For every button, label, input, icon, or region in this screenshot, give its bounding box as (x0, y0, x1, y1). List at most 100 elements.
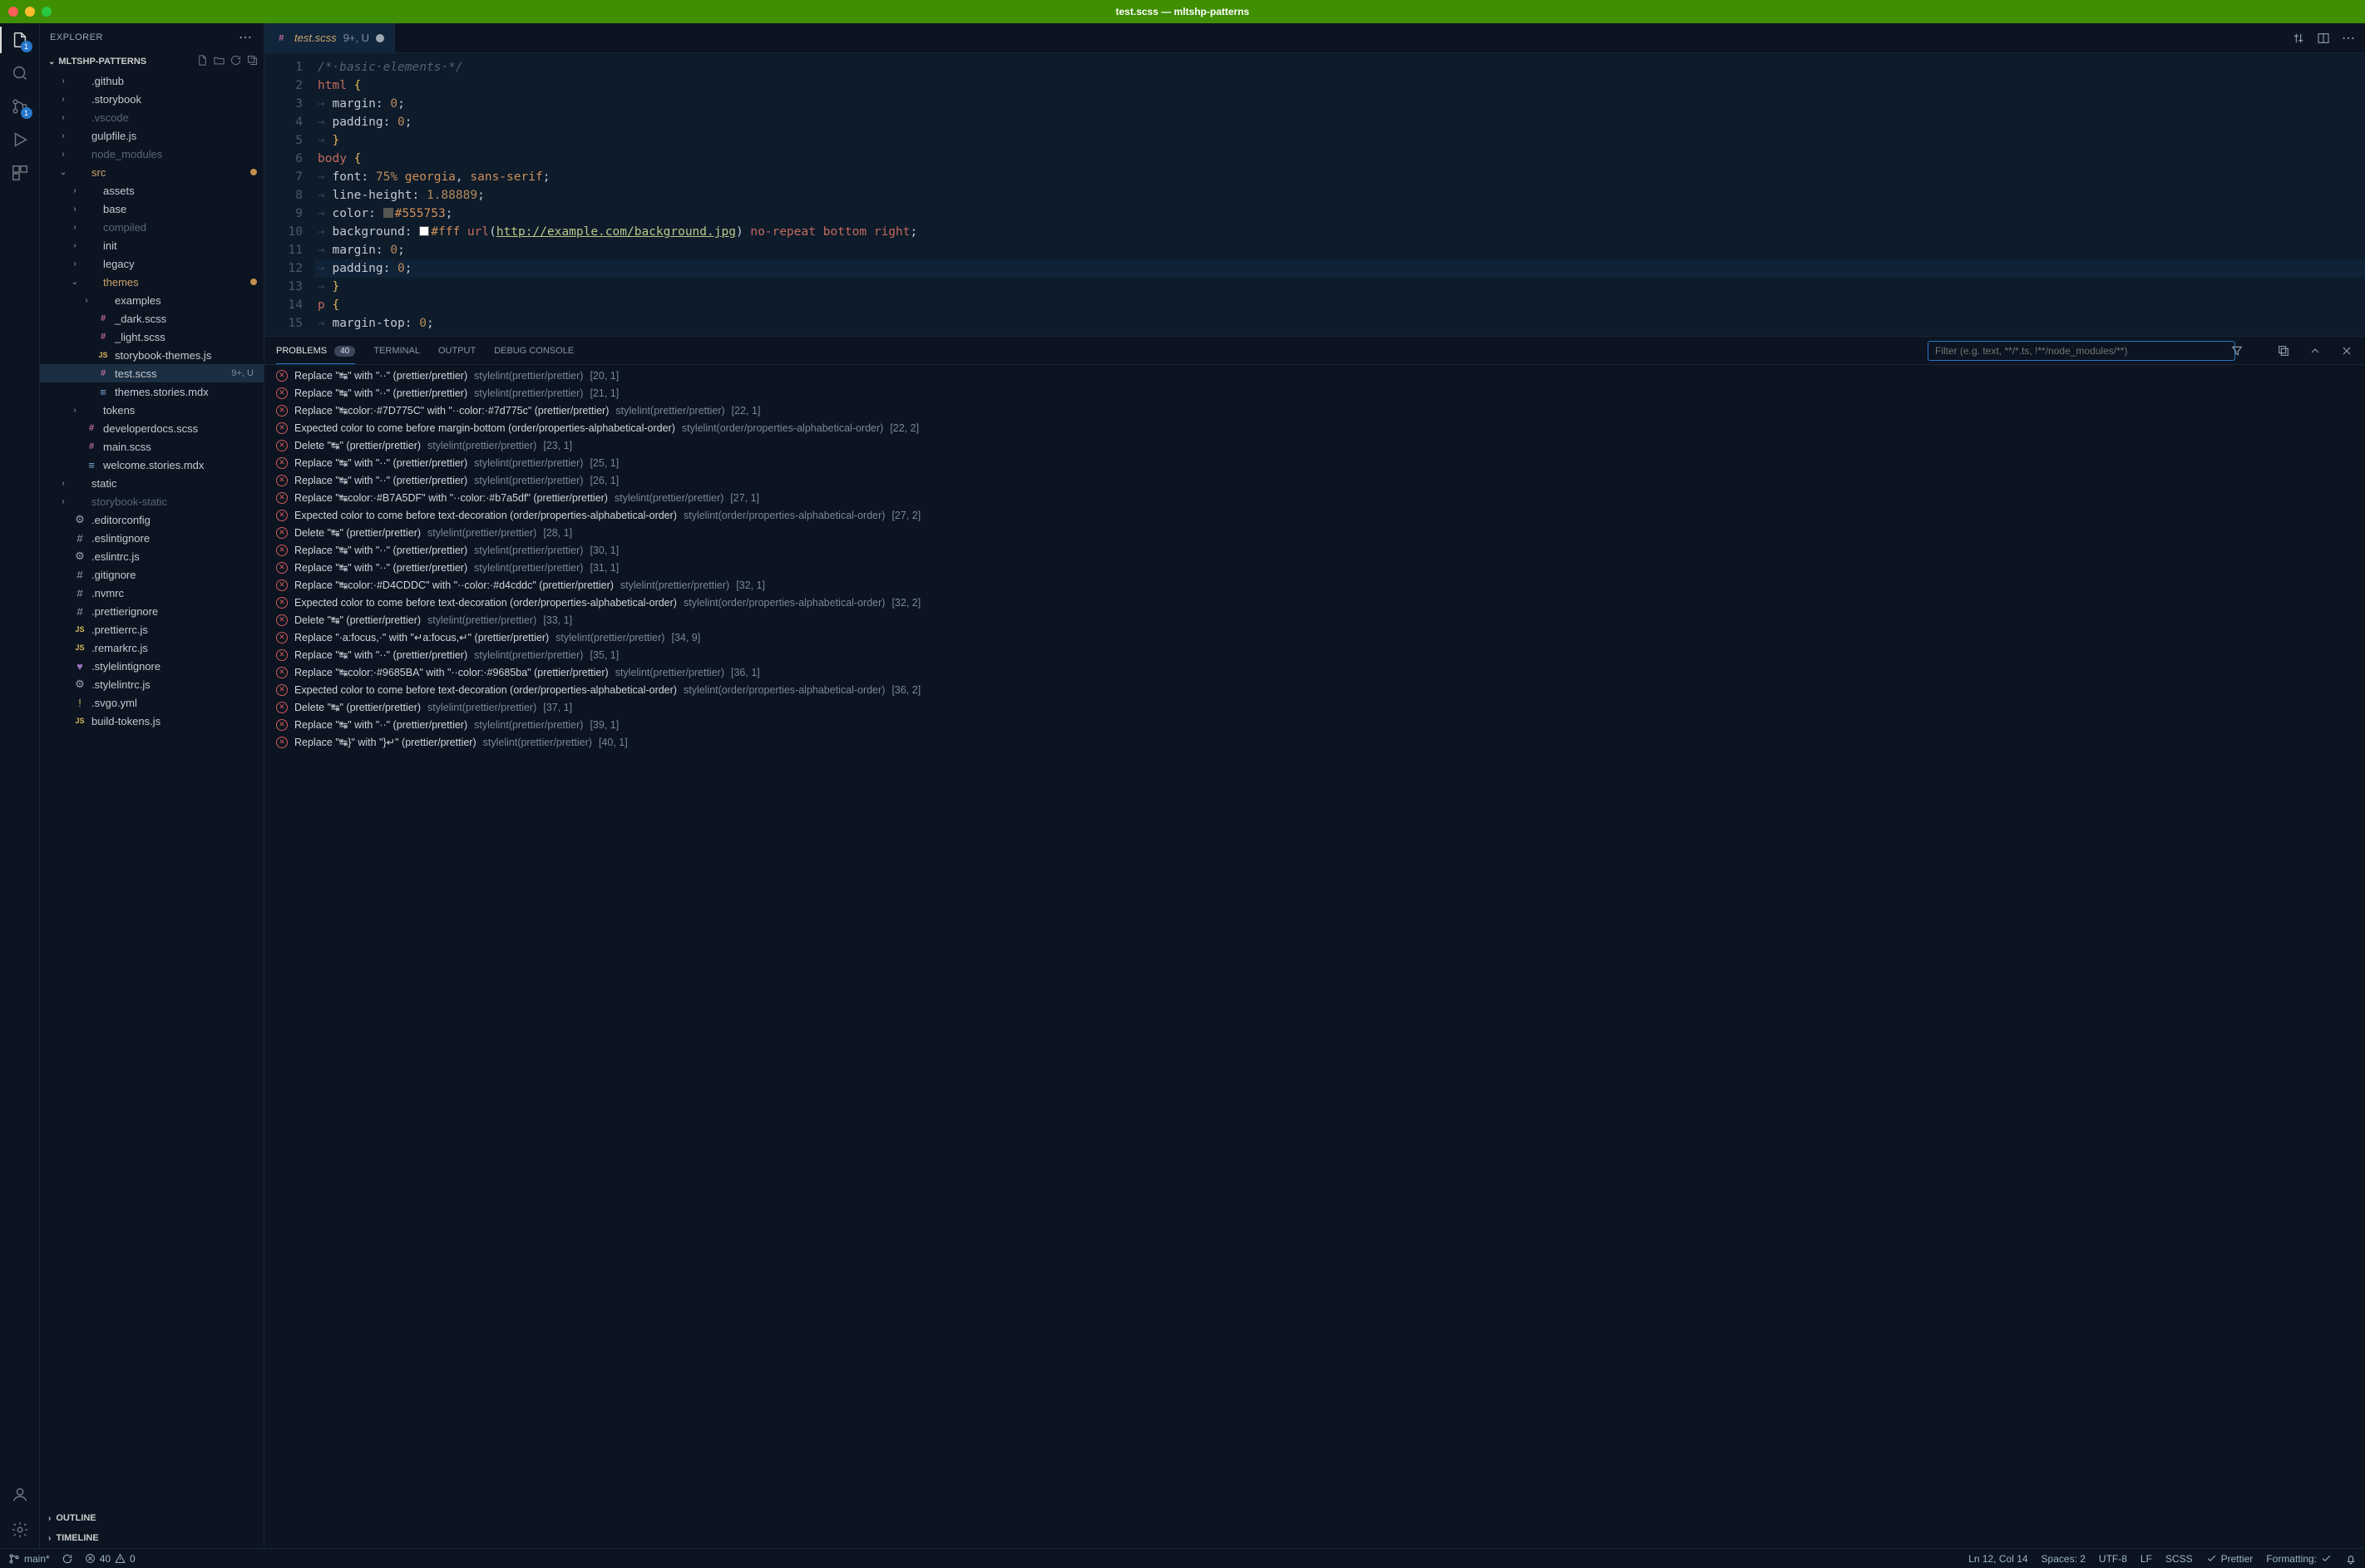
split-editor-icon[interactable] (2317, 32, 2330, 45)
problems-filter-input[interactable] (1928, 341, 2235, 361)
status-branch[interactable]: main* (8, 1553, 50, 1565)
problem-row[interactable]: ✕Replace "↹}" with "}↵" (prettier/pretti… (264, 733, 2365, 751)
problem-row[interactable]: ✕Replace "↹" with "··" (prettier/prettie… (264, 541, 2365, 559)
problem-row[interactable]: ✕Delete "↹" (prettier/prettier)stylelint… (264, 611, 2365, 629)
tree-folder[interactable]: ›gulpfile.js (40, 126, 264, 145)
tree-file[interactable]: ⚙.stylelintrc.js (40, 675, 264, 693)
status-eol[interactable]: LF (2140, 1553, 2152, 1565)
panel-tab-debug[interactable]: DEBUG CONSOLE (494, 346, 574, 356)
outline-section[interactable]: › OUTLINE (40, 1508, 264, 1528)
tree-folder[interactable]: ›node_modules (40, 145, 264, 163)
problem-row[interactable]: ✕Replace "↹" with "··" (prettier/prettie… (264, 559, 2365, 576)
problem-row[interactable]: ✕Replace "·a:focus,·" with "↵a:focus,↵" … (264, 629, 2365, 646)
status-sync[interactable] (62, 1553, 73, 1565)
file-tree[interactable]: ›.github›.storybook›.vscode›gulpfile.js›… (40, 71, 264, 1508)
collapse-panel-icon[interactable] (2308, 344, 2322, 357)
tree-folder[interactable]: ›examples (40, 291, 264, 309)
tree-file[interactable]: #.nvmrc (40, 584, 264, 602)
status-encoding[interactable]: UTF-8 (2099, 1553, 2127, 1565)
problem-row[interactable]: ✕Expected color to come before text-deco… (264, 681, 2365, 698)
tree-file[interactable]: #.gitignore (40, 565, 264, 584)
problem-row[interactable]: ✕Replace "↹" with "··" (prettier/prettie… (264, 716, 2365, 733)
copy-icon[interactable] (2277, 344, 2290, 357)
panel-tab-terminal[interactable]: TERMINAL (373, 346, 420, 356)
problem-row[interactable]: ✕Replace "↹color:·#7D775C" with "··color… (264, 402, 2365, 419)
tree-folder[interactable]: ⌄src (40, 163, 264, 181)
filter-icon[interactable] (2230, 344, 2244, 357)
status-prettier[interactable]: Prettier (2206, 1553, 2254, 1565)
problem-row[interactable]: ✕Delete "↹" (prettier/prettier)stylelint… (264, 698, 2365, 716)
explorer-section-header[interactable]: ⌄ MLTSHP-PATTERNS (40, 52, 264, 71)
tree-file[interactable]: JSbuild-tokens.js (40, 712, 264, 730)
panel-tab-output[interactable]: OUTPUT (438, 346, 476, 356)
tree-file[interactable]: #developerdocs.scss (40, 419, 264, 437)
activity-search[interactable] (10, 63, 30, 83)
tree-file[interactable]: JS.remarkrc.js (40, 639, 264, 657)
tree-file[interactable]: ♥.stylelintignore (40, 657, 264, 675)
tree-folder[interactable]: ›.vscode (40, 108, 264, 126)
tree-folder[interactable]: ›.storybook (40, 90, 264, 108)
problems-list[interactable]: ✕Replace "↹" with "··" (prettier/prettie… (264, 365, 2365, 1548)
tab-dirty-indicator[interactable] (376, 34, 384, 42)
problem-row[interactable]: ✕Delete "↹" (prettier/prettier)stylelint… (264, 436, 2365, 454)
status-cursor[interactable]: Ln 12, Col 14 (1968, 1553, 2027, 1565)
status-language[interactable]: SCSS (2165, 1553, 2193, 1565)
tree-folder[interactable]: ›static (40, 474, 264, 492)
code-editor[interactable]: 123456789101112131415 /*·basic·elements·… (264, 53, 2365, 336)
activity-source-control[interactable]: 1 (10, 96, 30, 116)
tree-file[interactable]: JSstorybook-themes.js (40, 346, 264, 364)
timeline-section[interactable]: › TIMELINE (40, 1528, 264, 1548)
tree-file[interactable]: ≡themes.stories.mdx (40, 382, 264, 401)
tree-file[interactable]: !.svgo.yml (40, 693, 264, 712)
panel-tab-problems[interactable]: PROBLEMS 40 (276, 346, 355, 364)
tree-folder[interactable]: ›assets (40, 181, 264, 200)
tree-folder[interactable]: ›storybook-static (40, 492, 264, 510)
tree-folder[interactable]: ⌄themes (40, 273, 264, 291)
activity-explorer[interactable]: 1 (10, 30, 30, 50)
tree-file[interactable]: JS.prettierrc.js (40, 620, 264, 639)
tree-file[interactable]: #.prettierignore (40, 602, 264, 620)
status-problems[interactable]: 40 0 (85, 1553, 136, 1565)
status-spaces[interactable]: Spaces: 2 (2042, 1553, 2086, 1565)
new-folder-icon[interactable] (213, 54, 225, 67)
tree-folder[interactable]: ›base (40, 200, 264, 218)
new-file-icon[interactable] (196, 54, 209, 67)
close-panel-icon[interactable] (2340, 344, 2353, 357)
editor-tab[interactable]: # test.scss 9+, U (264, 23, 395, 52)
problem-row[interactable]: ✕Replace "↹" with "··" (prettier/prettie… (264, 367, 2365, 384)
tree-file[interactable]: #_light.scss (40, 328, 264, 346)
tree-folder[interactable]: ›init (40, 236, 264, 254)
more-actions-icon[interactable]: ⋯ (2342, 30, 2357, 47)
explorer-more-icon[interactable]: ⋯ (239, 29, 254, 46)
activity-extensions[interactable] (10, 163, 30, 183)
problem-row[interactable]: ✕Replace "↹color:·#B7A5DF" with "··color… (264, 489, 2365, 506)
activity-accounts[interactable] (10, 1485, 30, 1505)
activity-run-debug[interactable] (10, 130, 30, 150)
tree-file[interactable]: #.eslintignore (40, 529, 264, 547)
tree-folder[interactable]: ›legacy (40, 254, 264, 273)
problem-row[interactable]: ✕Expected color to come before text-deco… (264, 506, 2365, 524)
tree-file[interactable]: #main.scss (40, 437, 264, 456)
tree-file[interactable]: #_dark.scss (40, 309, 264, 328)
problem-row[interactable]: ✕Replace "↹" with "··" (prettier/prettie… (264, 384, 2365, 402)
tree-file[interactable]: ⚙.eslintrc.js (40, 547, 264, 565)
problem-row[interactable]: ✕Replace "↹color:·#D4CDDC" with "··color… (264, 576, 2365, 594)
status-formatting[interactable]: Formatting: (2266, 1553, 2332, 1565)
status-notifications[interactable] (2345, 1553, 2357, 1565)
tree-folder[interactable]: ›compiled (40, 218, 264, 236)
problem-row[interactable]: ✕Delete "↹" (prettier/prettier)stylelint… (264, 524, 2365, 541)
problem-row[interactable]: ✕Expected color to come before margin-bo… (264, 419, 2365, 436)
problem-row[interactable]: ✕Replace "↹" with "··" (prettier/prettie… (264, 646, 2365, 663)
refresh-icon[interactable] (230, 54, 242, 67)
problem-row[interactable]: ✕Replace "↹color:·#9685BA" with "··color… (264, 663, 2365, 681)
code-content[interactable]: /*·basic·elements·*/html {→ margin: 0;→ … (314, 53, 2365, 336)
problem-row[interactable]: ✕Replace "↹" with "··" (prettier/prettie… (264, 454, 2365, 471)
tree-file[interactable]: ⚙.editorconfig (40, 510, 264, 529)
activity-settings[interactable] (10, 1520, 30, 1540)
problem-row[interactable]: ✕Replace "↹" with "··" (prettier/prettie… (264, 471, 2365, 489)
tree-file[interactable]: #test.scss9+, U (40, 364, 264, 382)
tree-folder[interactable]: ›.github (40, 71, 264, 90)
compare-icon[interactable] (2292, 32, 2305, 45)
tree-folder[interactable]: ›tokens (40, 401, 264, 419)
problem-row[interactable]: ✕Expected color to come before text-deco… (264, 594, 2365, 611)
